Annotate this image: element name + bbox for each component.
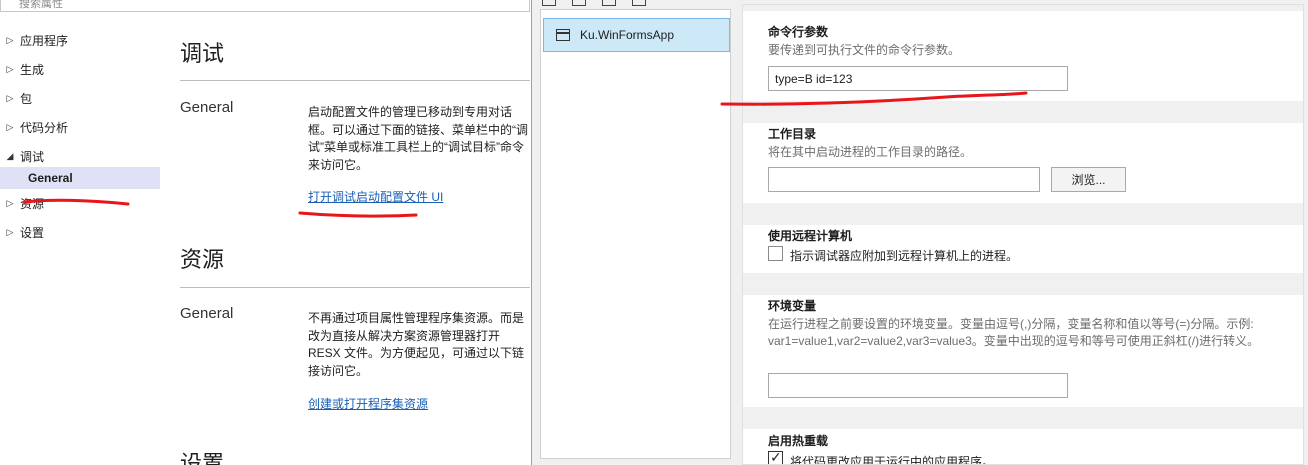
section-divider [180,287,530,288]
delete-profile-icon[interactable] [632,0,646,6]
cmd-args-label: 命令行参数 [768,25,829,39]
rename-profile-icon[interactable] [602,0,616,6]
section-divider [743,273,1303,295]
tree-item-application[interactable]: ▷ 应用程序 [0,26,160,55]
hot-reload-checkbox[interactable] [768,449,783,464]
tree-item-package[interactable]: ▷ 包 [0,84,160,113]
open-assembly-resources-link[interactable]: 创建或打开程序集资源 [308,395,428,412]
annotation-underline [22,198,130,206]
profile-settings-panel: 命令行参数 要传递到可执行文件的命令行参数。 工作目录 将在其中启动进程的工作目… [742,4,1304,465]
cmd-args-description: 要传递到可执行文件的命令行参数。 [768,43,961,57]
collapse-caret-icon[interactable]: ◢ [0,151,20,162]
resources-description: 不再通过项目属性管理程序集资源。而是改为直接从解决方案资源管理器打开 RESX … [308,311,525,378]
launch-profiles-dialog: Ku.WinFormsApp 命令行参数 要传递到可执行文件的命令行参数。 工作… [531,0,1308,465]
section-divider [743,407,1303,429]
debug-section-title: 调试 [180,42,225,67]
search-properties-input[interactable]: 搜索属性 [0,0,530,12]
section-divider [743,203,1303,225]
open-debug-profiles-link[interactable]: 打开调试启动配置文件 UI [308,188,443,205]
browse-button[interactable]: 浏览... [1051,167,1126,192]
expand-caret-icon[interactable]: ▷ [0,93,20,104]
expand-caret-icon[interactable]: ▷ [0,198,20,209]
hot-reload-label: 启用热重载 [768,434,829,448]
expand-caret-icon[interactable]: ▷ [0,227,20,238]
search-placeholder: 搜索属性 [19,0,63,10]
tree-item-label: 调试 [20,150,45,164]
remote-machine-checkbox[interactable] [768,246,783,261]
tree-item-label: 应用程序 [20,34,69,48]
profile-name: Ku.WinFormsApp [580,28,675,42]
settings-section-title: 设置 [180,452,225,465]
expand-caret-icon[interactable]: ▷ [0,64,20,75]
profiles-toolbar [542,0,646,6]
tree-item-label: 设置 [20,226,45,240]
expand-caret-icon[interactable]: ▷ [0,35,20,46]
window-app-icon [556,29,570,41]
profile-list: Ku.WinFormsApp [540,9,731,459]
debug-description: 启动配置文件的管理已移动到专用对话框。可以通过下面的链接、菜单栏中的“调试”菜单… [308,105,528,172]
env-vars-input[interactable] [768,373,1068,398]
tree-item-label: General [28,171,73,185]
profile-item-selected[interactable]: Ku.WinFormsApp [543,18,730,52]
resources-section-title: 资源 [180,248,225,273]
section-divider [180,80,530,81]
workdir-description: 将在其中启动进程的工作目录的路径。 [768,145,973,159]
tree-item-label: 生成 [20,63,45,77]
annotation-underline [720,91,1028,106]
env-vars-label: 环境变量 [768,299,817,313]
workdir-label: 工作目录 [768,127,817,141]
section-divider [743,5,1303,11]
properties-tree: ▷ 应用程序 ▷ 生成 ▷ 包 ▷ 代码分析 ◢ 调试 General ▷ 资源… [0,26,160,247]
tree-item-label: 包 [20,92,33,106]
tree-item-label: 代码分析 [20,121,69,135]
workdir-input[interactable] [768,167,1040,192]
hot-reload-check-label: 将代码更改应用于运行中的应用程序。 [790,455,995,465]
tree-item-debug-general[interactable]: General [0,167,160,189]
remote-machine-check-label: 指示调试器应附加到远程计算机上的进程。 [790,249,1019,263]
env-vars-description: 在运行进程之前要设置的环境变量。变量由逗号(,)分隔，变量名称和值以等号(=)分… [768,317,1260,348]
tree-item-build[interactable]: ▷ 生成 [0,55,160,84]
resources-general-subtitle: General [180,305,234,322]
debug-general-subtitle: General [180,99,234,116]
expand-caret-icon[interactable]: ▷ [0,122,20,133]
duplicate-profile-icon[interactable] [572,0,586,6]
new-profile-icon[interactable] [542,0,556,6]
annotation-underline [298,211,418,218]
tree-item-code-analysis[interactable]: ▷ 代码分析 [0,113,160,142]
remote-machine-label: 使用远程计算机 [768,229,853,243]
tree-item-settings[interactable]: ▷ 设置 [0,218,160,247]
